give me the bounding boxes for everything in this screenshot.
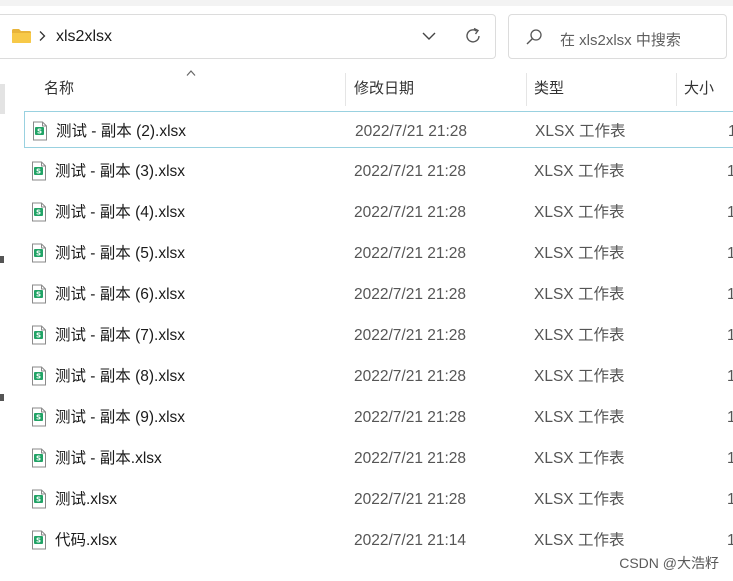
file-name[interactable]: 测试 - 副本 (3).xlsx (55, 152, 185, 189)
column-header-type[interactable]: 类型 (534, 70, 564, 106)
file-size: 1 (727, 450, 733, 467)
folder-icon (12, 29, 31, 43)
file-name[interactable]: 测试 - 副本 (2).xlsx (56, 112, 186, 149)
svg-text:S: S (37, 128, 42, 136)
file-name[interactable]: 测试 - 副本 (9).xlsx (55, 398, 185, 435)
file-name[interactable]: 测试 - 副本 (7).xlsx (55, 316, 185, 353)
file-date: 2022/7/21 21:28 (354, 286, 467, 303)
file-size: 1 (727, 491, 733, 508)
nav-pane-item[interactable] (0, 394, 4, 401)
file-date: 2022/7/21 21:28 (354, 327, 467, 344)
file-type: XLSX 工作表 (534, 286, 625, 303)
svg-text:S: S (36, 291, 41, 299)
table-row[interactable]: S 测试 - 副本 (8).xlsx 2022/7/21 21:28 XLSX … (24, 357, 733, 394)
file-size: 1 (727, 368, 733, 385)
column-divider[interactable] (676, 73, 677, 106)
file-type: XLSX 工作表 (534, 409, 625, 426)
column-header-date[interactable]: 修改日期 (354, 70, 414, 106)
address-bar[interactable]: xls2xlsx (0, 14, 496, 59)
table-row[interactable]: S 测试 - 副本 (9).xlsx 2022/7/21 21:28 XLSX … (24, 398, 733, 435)
excel-file-icon: S (32, 366, 46, 386)
file-type: XLSX 工作表 (534, 450, 625, 467)
search-input[interactable]: 在 xls2xlsx 中搜索 (560, 29, 681, 50)
svg-text:S: S (36, 537, 41, 545)
svg-text:S: S (36, 455, 41, 463)
column-divider[interactable] (345, 73, 346, 106)
file-size: 1 (727, 204, 733, 221)
file-size: 1 (727, 286, 733, 303)
chevron-down-icon[interactable] (420, 29, 438, 43)
svg-text:S: S (36, 250, 41, 258)
file-type: XLSX 工作表 (534, 327, 625, 344)
file-name[interactable]: 代码.xlsx (55, 521, 117, 558)
column-divider[interactable] (526, 73, 527, 106)
file-size: 1 (727, 532, 733, 549)
file-size: 1 (727, 327, 733, 344)
title-strip (0, 0, 733, 6)
file-date: 2022/7/21 21:28 (354, 450, 467, 467)
table-row[interactable]: S 测试 - 副本 (6).xlsx 2022/7/21 21:28 XLSX … (24, 275, 733, 312)
file-date: 2022/7/21 21:28 (354, 491, 467, 508)
svg-text:S: S (36, 496, 41, 504)
table-row[interactable]: S 测试 - 副本.xlsx 2022/7/21 21:28 XLSX 工作表 … (24, 439, 733, 476)
column-header-size[interactable]: 大小 (684, 70, 714, 106)
file-name[interactable]: 测试 - 副本 (4).xlsx (55, 193, 185, 230)
excel-file-icon: S (32, 284, 46, 304)
excel-file-icon: S (32, 202, 46, 222)
sort-ascending-icon (186, 70, 196, 76)
file-name[interactable]: 测试 - 副本 (6).xlsx (55, 275, 185, 312)
excel-file-icon: S (32, 243, 46, 263)
file-date: 2022/7/21 21:28 (354, 409, 467, 426)
chevron-right-icon[interactable] (38, 30, 46, 42)
table-row[interactable]: S 测试 - 副本 (7).xlsx 2022/7/21 21:28 XLSX … (24, 316, 733, 353)
nav-pane-scrollbar[interactable] (0, 84, 5, 114)
excel-file-icon: S (32, 325, 46, 345)
file-date: 2022/7/21 21:28 (355, 123, 468, 140)
file-type: XLSX 工作表 (534, 245, 625, 262)
column-header-row: 名称 修改日期 类型 大小 (24, 70, 733, 106)
svg-text:S: S (36, 209, 41, 217)
file-date: 2022/7/21 21:28 (354, 245, 467, 262)
file-size: 1 (728, 123, 733, 140)
file-name[interactable]: 测试 - 副本 (5).xlsx (55, 234, 185, 271)
table-row[interactable]: S 测试 - 副本 (3).xlsx 2022/7/21 21:28 XLSX … (24, 152, 733, 189)
file-size: 1 (727, 409, 733, 426)
watermark: CSDN @大浩籽 (619, 555, 719, 571)
svg-text:S: S (36, 332, 41, 340)
refresh-icon[interactable] (463, 26, 483, 46)
file-type: XLSX 工作表 (535, 123, 626, 140)
excel-file-icon: S (32, 530, 46, 550)
table-row[interactable]: S 测试 - 副本 (2).xlsx 2022/7/21 21:28 XLSX … (24, 111, 733, 148)
file-type: XLSX 工作表 (534, 163, 625, 180)
file-date: 2022/7/21 21:28 (354, 368, 467, 385)
file-name[interactable]: 测试 - 副本.xlsx (55, 439, 162, 476)
table-row[interactable]: S 测试 - 副本 (4).xlsx 2022/7/21 21:28 XLSX … (24, 193, 733, 230)
file-type: XLSX 工作表 (534, 491, 625, 508)
svg-text:S: S (36, 414, 41, 422)
excel-file-icon: S (32, 448, 46, 468)
excel-file-icon: S (33, 121, 47, 141)
excel-file-icon: S (32, 489, 46, 509)
file-date: 2022/7/21 21:28 (354, 163, 467, 180)
file-size: 1 (727, 245, 733, 262)
file-date: 2022/7/21 21:28 (354, 204, 467, 221)
file-name[interactable]: 测试.xlsx (55, 480, 117, 517)
search-box[interactable]: 在 xls2xlsx 中搜索 (508, 14, 727, 59)
column-header-name[interactable]: 名称 (44, 70, 74, 106)
svg-text:S: S (36, 373, 41, 381)
file-size: 1 (727, 163, 733, 180)
breadcrumb-folder[interactable]: xls2xlsx (56, 28, 112, 46)
file-date: 2022/7/21 21:14 (354, 532, 467, 549)
search-icon (526, 29, 542, 45)
file-name[interactable]: 测试 - 副本 (8).xlsx (55, 357, 185, 394)
table-row[interactable]: S 测试.xlsx 2022/7/21 21:28 XLSX 工作表 1 (24, 480, 733, 517)
svg-text:S: S (36, 168, 41, 176)
file-type: XLSX 工作表 (534, 368, 625, 385)
file-type: XLSX 工作表 (534, 532, 625, 549)
excel-file-icon: S (32, 161, 46, 181)
table-row[interactable]: S 测试 - 副本 (5).xlsx 2022/7/21 21:28 XLSX … (24, 234, 733, 271)
file-type: XLSX 工作表 (534, 204, 625, 221)
excel-file-icon: S (32, 407, 46, 427)
nav-pane-item[interactable] (0, 256, 4, 263)
